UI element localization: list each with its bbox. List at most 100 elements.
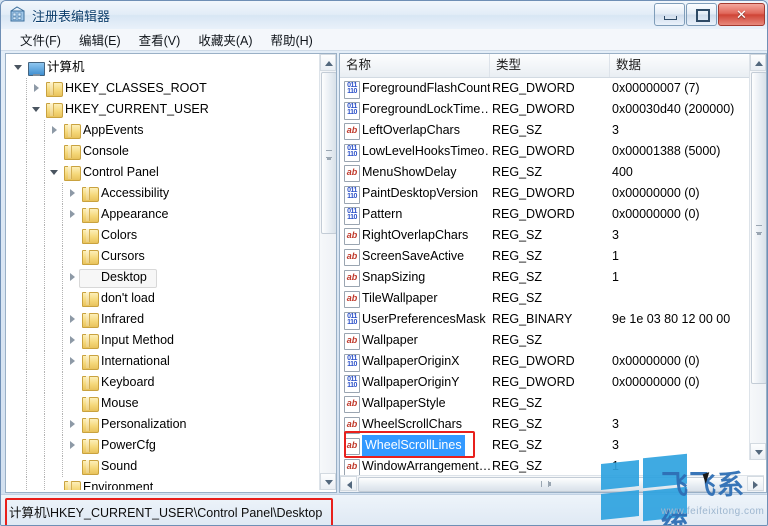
menu-favorites[interactable]: 收藏夹(A) [189, 28, 261, 51]
tree-item-infrared[interactable]: Infrared [6, 309, 319, 330]
tree-scroll-up-button[interactable] [320, 54, 336, 71]
chevron-down-icon[interactable] [50, 168, 59, 177]
tree-item-hkey-classes-root[interactable]: HKEY_CLASSES_ROOT [6, 78, 319, 99]
registry-value-row[interactable]: abLeftOverlapCharsREG_SZ3 [340, 120, 749, 141]
string-value-icon: ab [344, 123, 360, 140]
registry-value-row[interactable]: 011110ForegroundLockTime…REG_DWORD0x0003… [340, 99, 749, 120]
tree-item-powercfg[interactable]: PowerCfg [6, 435, 319, 456]
close-button[interactable]: ✕ [718, 3, 765, 26]
chevron-right-icon[interactable] [68, 336, 77, 345]
cell-type: REG_SZ [492, 414, 610, 435]
tree-guide-line [62, 435, 63, 456]
chevron-right-icon[interactable] [50, 126, 59, 135]
registry-value-row[interactable]: 011110LowLevelHooksTimeo…REG_DWORD0x0000… [340, 141, 749, 162]
menu-edit[interactable]: 编辑(E) [70, 28, 130, 51]
list-scroll-up-button[interactable] [750, 54, 766, 71]
registry-value-row[interactable]: abWheelScrollLinesREG_SZ3 [340, 435, 749, 456]
chevron-right-icon[interactable] [68, 420, 77, 429]
tree-item-personalization[interactable]: Personalization [6, 414, 319, 435]
list-scroll-right-button[interactable] [747, 476, 764, 491]
tree-item-label: Sound [101, 456, 137, 477]
chevron-right-icon[interactable] [68, 357, 77, 366]
chevron-down-icon[interactable] [14, 63, 23, 72]
dword-value-icon: 011110 [344, 207, 360, 225]
registry-value-row[interactable]: abMenuShowDelayREG_SZ400 [340, 162, 749, 183]
tree-item-environment[interactable]: Environment [6, 477, 319, 490]
cell-name: WallpaperOriginX [362, 351, 490, 372]
chevron-down-icon[interactable] [32, 105, 41, 114]
cell-type: REG_DWORD [492, 204, 610, 225]
string-value-icon: ab [344, 249, 360, 266]
registry-value-row[interactable]: 011110PaintDesktopVersionREG_DWORD0x0000… [340, 183, 749, 204]
tree-item-control-panel[interactable]: Control Panel [6, 162, 319, 183]
tree-item-don-t-load[interactable]: don't load [6, 288, 319, 309]
registry-value-row[interactable]: abSnapSizingREG_SZ1 [340, 267, 749, 288]
registry-value-row[interactable]: abWheelScrollCharsREG_SZ3 [340, 414, 749, 435]
chevron-right-icon[interactable] [68, 210, 77, 219]
cell-data: 3 [612, 414, 752, 435]
registry-value-row[interactable]: 011110WallpaperOriginXREG_DWORD0x0000000… [340, 351, 749, 372]
tree-scroll-thumb[interactable] [321, 72, 337, 234]
chevron-right-icon[interactable] [68, 189, 77, 198]
list-scroll-left-button[interactable] [340, 476, 357, 491]
registry-value-row[interactable]: abTileWallpaperREG_SZ [340, 288, 749, 309]
menu-file[interactable]: 文件(F) [11, 28, 70, 51]
cell-data: 9e 1e 03 80 12 00 00 [612, 309, 752, 330]
column-data[interactable]: 数据 [610, 54, 764, 77]
registry-value-row[interactable]: abWallpaperREG_SZ [340, 330, 749, 351]
tree-item-international[interactable]: International [6, 351, 319, 372]
tree-item-cursors[interactable]: Cursors [6, 246, 319, 267]
list-vertical-scrollbar[interactable] [749, 54, 766, 460]
tree-guide-line [44, 435, 45, 456]
tree-item-console[interactable]: Console [6, 141, 319, 162]
registry-value-row[interactable]: abWindowArrangement…REG_SZ1 [340, 456, 749, 477]
registry-value-row[interactable]: 011110WallpaperOriginYREG_DWORD0x0000000… [340, 372, 749, 393]
tree-item-desktop[interactable]: Desktop [6, 267, 319, 288]
chevron-right-icon[interactable] [68, 441, 77, 450]
dword-value-icon: 011110 [344, 186, 360, 204]
tree-guide-line [26, 393, 27, 414]
menu-help[interactable]: 帮助(H) [261, 28, 321, 51]
chevron-right-icon[interactable] [68, 273, 77, 282]
tree-vertical-scrollbar[interactable] [319, 54, 336, 490]
menu-view[interactable]: 查看(V) [130, 28, 190, 51]
registry-value-row[interactable]: abWallpaperStyleREG_SZ [340, 393, 749, 414]
folder-icon [82, 292, 99, 307]
tree-item-input-method[interactable]: Input Method [6, 330, 319, 351]
string-value-icon: ab [344, 270, 360, 287]
dword-value-icon: 011110 [344, 354, 360, 372]
tree-scroll-down-button[interactable] [320, 473, 336, 490]
list-hscroll-thumb[interactable] [358, 477, 730, 492]
registry-value-row[interactable]: 011110ForegroundFlashCountREG_DWORD0x000… [340, 78, 749, 99]
tree-item--[interactable]: 计算机 [6, 57, 319, 78]
maximize-button[interactable] [686, 3, 717, 26]
list-scroll-thumb[interactable] [751, 72, 767, 384]
list-horizontal-scrollbar[interactable] [340, 475, 764, 492]
registry-value-row[interactable]: abRightOverlapCharsREG_SZ3 [340, 225, 749, 246]
tree-item-keyboard[interactable]: Keyboard [6, 372, 319, 393]
chevron-right-icon[interactable] [32, 84, 41, 93]
list-scroll-down-button[interactable] [750, 443, 766, 460]
minimize-button[interactable] [654, 3, 685, 26]
registry-value-row[interactable]: abScreenSaveActiveREG_SZ1 [340, 246, 749, 267]
cell-name: LowLevelHooksTimeo… [362, 141, 490, 162]
tree-item-hkey-current-user[interactable]: HKEY_CURRENT_USER [6, 99, 319, 120]
cell-data: 3 [612, 435, 752, 456]
chevron-right-icon[interactable] [68, 315, 77, 324]
tree-guide-line [44, 267, 45, 288]
tree-item-sound[interactable]: Sound [6, 456, 319, 477]
tree-item-mouse[interactable]: Mouse [6, 393, 319, 414]
column-type[interactable]: 类型 [490, 54, 610, 77]
tree-item-appevents[interactable]: AppEvents [6, 120, 319, 141]
registry-value-row[interactable]: 011110UserPreferencesMaskREG_BINARY9e 1e… [340, 309, 749, 330]
tree-item-colors[interactable]: Colors [6, 225, 319, 246]
cell-type: REG_SZ [492, 120, 610, 141]
registry-tree[interactable]: 计算机HKEY_CLASSES_ROOTHKEY_CURRENT_USERApp… [6, 54, 319, 490]
registry-value-row[interactable]: 011110PatternREG_DWORD0x00000000 (0) [340, 204, 749, 225]
cell-name: WallpaperOriginY [362, 372, 490, 393]
column-name[interactable]: 名称 [340, 54, 490, 77]
tree-item-appearance[interactable]: Appearance [6, 204, 319, 225]
cell-name: ScreenSaveActive [362, 246, 490, 267]
tree-item-accessibility[interactable]: Accessibility [6, 183, 319, 204]
tree-item-label: Keyboard [101, 372, 155, 393]
